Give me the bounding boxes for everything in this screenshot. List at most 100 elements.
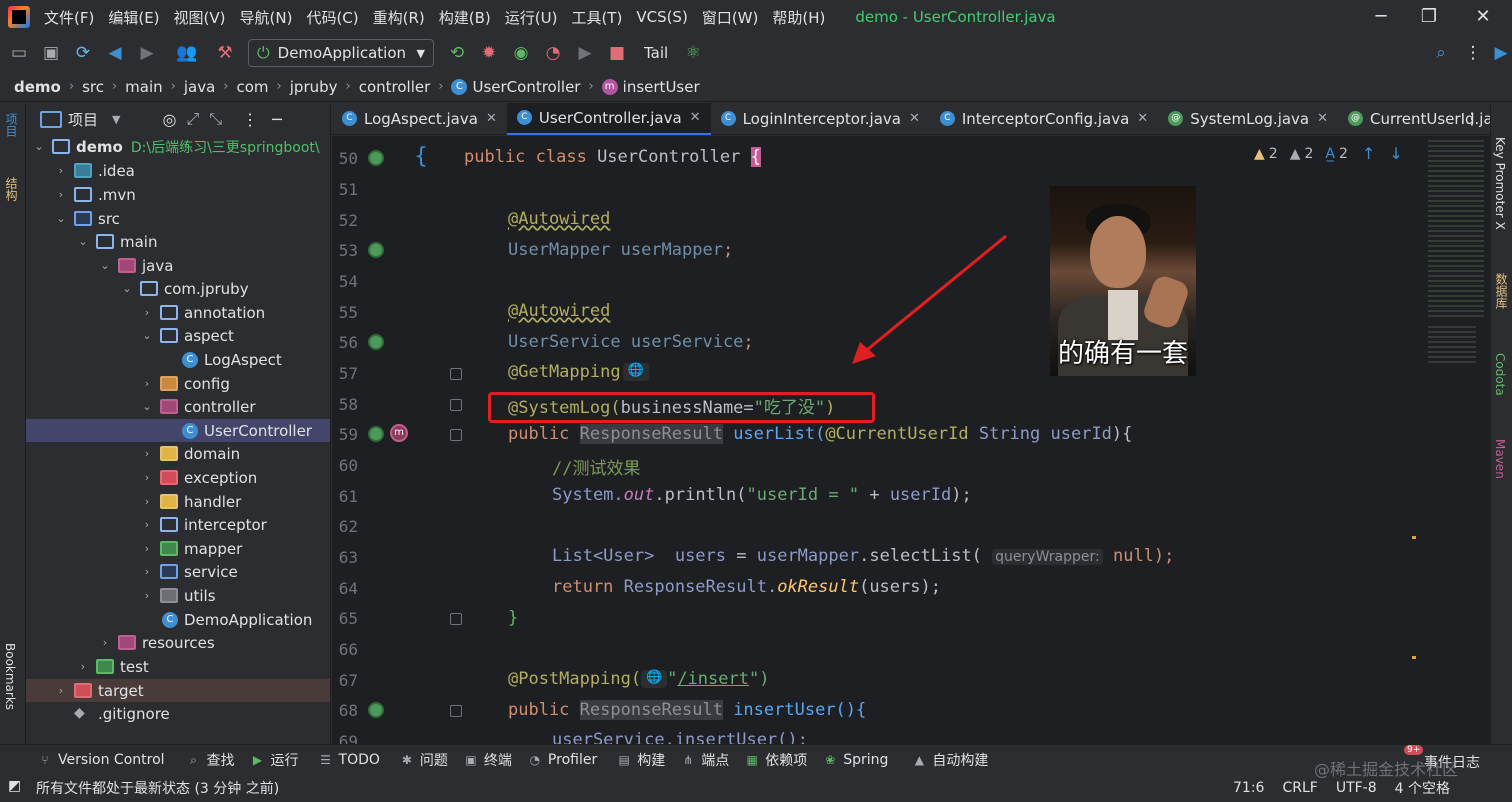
breadcrumb-src[interactable]: src xyxy=(82,78,104,96)
menu-help[interactable]: 帮助(H) xyxy=(772,7,825,28)
chevron-down-icon[interactable]: ▼ xyxy=(112,113,120,126)
tool-profiler[interactable]: ◔ Profiler xyxy=(528,752,598,768)
bookmarks-tool-label[interactable]: Bookmarks xyxy=(3,643,17,710)
close-tab-icon[interactable]: ✕ xyxy=(909,111,920,126)
structure-tool-label[interactable]: 结构 xyxy=(3,177,20,201)
tree-item-resources[interactable]: › resources xyxy=(26,631,330,654)
tabs-more-icon[interactable]: ⋮ xyxy=(1464,109,1480,128)
tab-systemlog[interactable]: @ SystemLog.java ✕ xyxy=(1158,103,1338,135)
menu-file[interactable]: 文件(F) xyxy=(44,7,94,28)
breadcrumb-usercontroller[interactable]: UserController xyxy=(472,78,580,96)
codota-tool[interactable]: Codota xyxy=(1493,353,1507,396)
close-tab-icon[interactable]: ✕ xyxy=(690,110,701,125)
menu-refactor[interactable]: 重构(R) xyxy=(373,7,425,28)
tree-item-interceptor[interactable]: › interceptor xyxy=(26,513,330,536)
spring-bean-icon[interactable] xyxy=(368,702,384,718)
tree-item-src[interactable]: ⌄ src xyxy=(26,207,330,230)
tool-dependencies[interactable]: ▦ 依赖项 xyxy=(745,750,808,770)
save-icon[interactable]: ▣ xyxy=(38,40,64,66)
menu-run[interactable]: 运行(U) xyxy=(505,7,558,28)
back-icon[interactable]: ◀ xyxy=(102,40,128,66)
close-tab-icon[interactable]: ✕ xyxy=(486,111,497,126)
more-icon[interactable]: ⋮ xyxy=(1460,40,1486,66)
atom-icon[interactable]: ⚛ xyxy=(680,40,706,66)
tool-spring[interactable]: ❀ Spring xyxy=(823,752,888,768)
breadcrumb-jpruby[interactable]: jpruby xyxy=(290,78,338,96)
maven-tool[interactable]: Maven xyxy=(1493,439,1507,479)
open-folder-icon[interactable]: ▭ xyxy=(6,40,32,66)
prev-highlight-icon[interactable]: ↑ xyxy=(1362,144,1375,163)
tree-item-demoapplication[interactable]: C DemoApplication xyxy=(26,608,330,631)
database-tool[interactable]: 数据库 xyxy=(1493,273,1510,309)
tree-item-usercontroller[interactable]: C UserController xyxy=(26,419,330,442)
tool-version-control[interactable]: ⑂ Version Control xyxy=(38,752,164,768)
spring-bean-icon[interactable] xyxy=(368,242,384,258)
menu-vcs[interactable]: VCS(S) xyxy=(636,8,687,26)
breadcrumb-com[interactable]: com xyxy=(237,78,269,96)
tree-item-config[interactable]: › config xyxy=(26,372,330,395)
tree-item-aspect[interactable]: ⌄ aspect xyxy=(26,324,330,347)
tree-item-utils[interactable]: › utils xyxy=(26,584,330,607)
menu-window[interactable]: 窗口(W) xyxy=(702,7,759,28)
line-separator[interactable]: CRLF xyxy=(1282,780,1317,796)
project-header-label[interactable]: 项目 xyxy=(68,109,98,130)
fold-icon[interactable] xyxy=(450,429,462,441)
hide-icon[interactable]: ─ xyxy=(272,110,282,129)
key-promoter-tool[interactable]: Key Promoter X xyxy=(1493,137,1507,230)
tree-item-domain[interactable]: › domain xyxy=(26,442,330,465)
codewithme-icon[interactable]: ▶ xyxy=(1488,40,1512,66)
spring-bean-icon[interactable] xyxy=(368,334,384,350)
tree-item-mvn[interactable]: › .mvn xyxy=(26,183,330,206)
tree-item-gitignore[interactable]: ◆ .gitignore xyxy=(26,702,330,725)
breadcrumb-main[interactable]: main xyxy=(125,78,162,96)
spring-bean-icon[interactable] xyxy=(368,150,384,166)
tree-item-idea[interactable]: › .idea xyxy=(26,159,330,182)
indent-setting[interactable]: 4 个空格 xyxy=(1395,778,1450,798)
options-icon[interactable]: ⋮ xyxy=(242,110,258,129)
spring-bean-icon[interactable] xyxy=(368,426,384,442)
fold-icon[interactable] xyxy=(450,399,462,411)
tool-problems[interactable]: ✱ 问题 xyxy=(400,750,448,770)
tree-item-java[interactable]: ⌄ java xyxy=(26,254,330,277)
expand-icon[interactable]: ⤢ xyxy=(186,109,199,129)
build-hammer-icon[interactable]: ⚒ xyxy=(212,40,238,66)
tree-item-target[interactable]: › target xyxy=(26,679,330,702)
tool-build[interactable]: ▤ 构建 xyxy=(617,750,666,770)
rerun-icon[interactable]: ⟲ xyxy=(444,40,470,66)
tool-todo[interactable]: ☰ TODO xyxy=(319,752,380,768)
breadcrumb-demo[interactable]: demo xyxy=(14,78,61,96)
close-tab-icon[interactable]: ✕ xyxy=(1137,111,1148,126)
tree-item-main[interactable]: ⌄ main xyxy=(26,230,330,253)
web-endpoint-icon[interactable]: 🌐 xyxy=(622,363,649,381)
search-icon[interactable]: ⌕ xyxy=(1428,40,1454,66)
tree-item-exception[interactable]: › exception xyxy=(26,466,330,489)
fold-icon[interactable] xyxy=(450,705,462,717)
sync-icon[interactable]: ⟳ xyxy=(70,40,96,66)
menu-edit[interactable]: 编辑(E) xyxy=(108,7,159,28)
profile-icon[interactable]: ◔ xyxy=(540,40,566,66)
tree-item-com-jpruby[interactable]: ⌄ com.jpruby xyxy=(26,277,330,300)
forward-icon[interactable]: ▶ xyxy=(134,40,160,66)
tool-auto-build[interactable]: ▲ 自动构建 xyxy=(912,750,989,770)
run-config-select[interactable]: ⏻ DemoApplication ▼ xyxy=(248,39,434,67)
menu-tools[interactable]: 工具(T) xyxy=(571,7,622,28)
code-editor[interactable]: 50 51 52 53 54 55 56 57 58 59 60 61 62 6… xyxy=(332,136,1424,744)
tab-interceptorconfig[interactable]: C InterceptorConfig.java ✕ xyxy=(930,103,1158,135)
menu-build[interactable]: 构建(B) xyxy=(439,7,491,28)
menu-code[interactable]: 代码(C) xyxy=(306,7,358,28)
stop-icon[interactable]: ■ xyxy=(604,40,630,66)
breadcrumb-java[interactable]: java xyxy=(184,78,215,96)
inspection-widget[interactable]: ▲ 2 ▲ 2 A̲ 2 ↑ ↓ xyxy=(1254,144,1403,163)
code-minimap[interactable] xyxy=(1412,136,1490,744)
tree-item-annotation[interactable]: › annotation xyxy=(26,301,330,324)
close-icon[interactable]: ✕ xyxy=(1470,4,1496,30)
tree-item-service[interactable]: › service xyxy=(26,560,330,583)
tool-find[interactable]: ⌕ 查找 xyxy=(187,750,234,770)
breadcrumb-controller[interactable]: controller xyxy=(359,78,431,96)
debug-icon[interactable]: ✹ xyxy=(476,40,502,66)
menu-view[interactable]: 视图(V) xyxy=(174,7,226,28)
close-tab-icon[interactable]: ✕ xyxy=(1317,111,1328,126)
tool-endpoints[interactable]: ⋔ 端点 xyxy=(681,750,729,770)
next-highlight-icon[interactable]: ↓ xyxy=(1389,144,1402,163)
file-encoding[interactable]: UTF-8 xyxy=(1336,780,1377,796)
